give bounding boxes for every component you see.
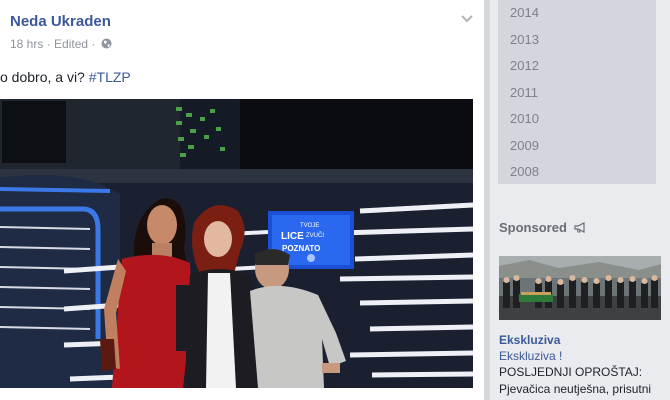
facebook-post: Neda Ukraden 18 hrs · Edited · o dobro, … bbox=[0, 0, 484, 400]
ad-subtitle-link[interactable]: Ekskluziva ! bbox=[499, 349, 562, 363]
sponsored-heading: Sponsored bbox=[499, 220, 586, 235]
year-item-2010[interactable]: 2010 bbox=[498, 106, 656, 133]
screen-text-line2: LICE bbox=[281, 231, 304, 242]
year-item-2012[interactable]: 2012 bbox=[498, 53, 656, 80]
year-item-2009[interactable]: 2009 bbox=[498, 133, 656, 160]
post-photo[interactable]: TVOJE LICE ZVUČI POZNATO bbox=[0, 99, 473, 388]
post-author-name[interactable]: Neda Ukraden bbox=[10, 13, 111, 30]
meta-separator-dot: · bbox=[46, 37, 55, 51]
sponsored-label: Sponsored bbox=[499, 220, 567, 235]
meta-separator-dot: · bbox=[91, 37, 99, 51]
year-list: 2014 2013 2012 2011 2010 2009 2008 bbox=[498, 0, 656, 184]
year-item-2014[interactable]: 2014 bbox=[498, 0, 656, 27]
globe-icon[interactable] bbox=[101, 38, 112, 49]
post-text: o dobro, a vi? #TLZP bbox=[0, 69, 131, 85]
screen-text-line1: TVOJE bbox=[300, 223, 319, 229]
chevron-down-icon[interactable] bbox=[459, 12, 475, 26]
year-item-2008[interactable]: 2008 bbox=[498, 159, 656, 186]
post-body-text: o dobro, a vi? bbox=[0, 69, 89, 85]
right-sidebar: 2014 2013 2012 2011 2010 2009 2008 Spons… bbox=[490, 0, 670, 400]
year-item-2011[interactable]: 2011 bbox=[498, 80, 656, 107]
screen-text-line3: ZVUČI bbox=[306, 232, 324, 239]
ad-title-link[interactable]: Ekskluziva bbox=[499, 333, 560, 347]
hashtag-link[interactable]: #TLZP bbox=[89, 69, 131, 85]
edited-label[interactable]: Edited bbox=[54, 37, 88, 51]
post-timestamp[interactable]: 18 hrs bbox=[10, 37, 43, 51]
screen-text-line4: POZNATO bbox=[282, 244, 320, 253]
post-meta: 18 hrs · Edited · bbox=[10, 37, 112, 51]
megaphone-icon[interactable] bbox=[573, 221, 586, 233]
ad-image[interactable] bbox=[499, 256, 661, 320]
year-item-2013[interactable]: 2013 bbox=[498, 27, 656, 54]
ad-body-text[interactable]: POSLJEDNJI OPROŠTAJ: Pjevačica neutješna… bbox=[499, 364, 659, 398]
